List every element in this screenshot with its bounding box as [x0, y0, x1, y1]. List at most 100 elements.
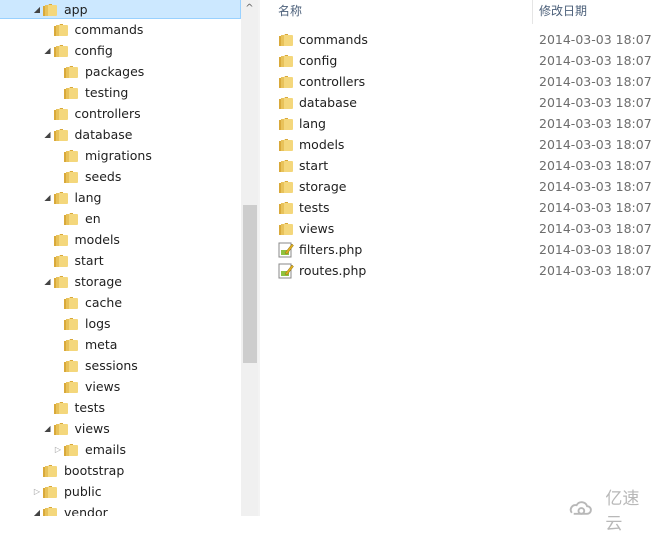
- file-name: start: [299, 158, 329, 173]
- tree-item-label: views: [85, 379, 121, 394]
- tree-item-label: public: [64, 484, 102, 499]
- folder-icon: [53, 254, 69, 274]
- file-name: lang: [299, 116, 326, 131]
- navigation-tree: ◢ app commands ◢ config packages testing contro…: [0, 0, 241, 516]
- watermark-text: 亿速云: [605, 489, 640, 534]
- folder-icon: [53, 275, 69, 295]
- scrollbar-thumb[interactable]: [243, 205, 257, 363]
- tree-item-label: database: [74, 127, 133, 142]
- tree-item-emails[interactable]: ▷ emails: [0, 440, 241, 460]
- file-row[interactable]: storage 2014-03-03 18:07: [270, 176, 654, 197]
- tree-item-label: vendor: [64, 505, 108, 516]
- file-row[interactable]: config 2014-03-03 18:07: [270, 50, 654, 71]
- tree-item-label: migrations: [85, 148, 152, 163]
- tree-item-vendor[interactable]: ◢ vendor: [0, 503, 241, 516]
- expanded-arrow-icon[interactable]: ◢: [32, 0, 42, 20]
- tree-item-label: packages: [85, 64, 145, 79]
- collapsed-arrow-icon[interactable]: ▷: [53, 440, 63, 460]
- folder-icon: [42, 485, 58, 505]
- file-name: filters.php: [299, 242, 363, 257]
- tree-item-label: models: [74, 232, 120, 247]
- tree-item-label: cache: [85, 295, 123, 310]
- file-row[interactable]: controllers 2014-03-03 18:07: [270, 71, 654, 92]
- scroll-up-icon[interactable]: ^: [241, 0, 258, 17]
- tree-item-lang[interactable]: ◢ lang: [0, 188, 241, 208]
- file-row[interactable]: tests 2014-03-03 18:07: [270, 197, 654, 218]
- folder-icon: [53, 401, 69, 421]
- file-name: config: [299, 53, 338, 68]
- tree-item-label: config: [74, 43, 113, 58]
- tree-item-storage[interactable]: ◢ storage: [0, 272, 241, 292]
- column-header-name[interactable]: 名称: [278, 0, 302, 24]
- file-name: routes.php: [299, 263, 367, 278]
- tree-item-label: start: [74, 253, 104, 268]
- file-date: 2014-03-03 18:07: [539, 179, 652, 194]
- file-row[interactable]: commands 2014-03-03 18:07: [270, 29, 654, 50]
- expanded-arrow-icon[interactable]: ◢: [43, 188, 53, 208]
- expanded-arrow-icon[interactable]: ◢: [43, 41, 53, 61]
- expanded-arrow-icon[interactable]: ◢: [32, 503, 42, 516]
- tree-item-models[interactable]: models: [0, 230, 241, 250]
- tree-item-label: bootstrap: [64, 463, 125, 478]
- file-row[interactable]: filters.php 2014-03-03 18:07: [270, 239, 654, 260]
- folder-icon: [63, 65, 79, 85]
- tree-item-label: en: [85, 211, 101, 226]
- folder-icon: [42, 464, 58, 484]
- tree-item-controllers[interactable]: controllers: [0, 104, 241, 124]
- tree-item-packages[interactable]: packages: [0, 62, 241, 82]
- tree-item-label: logs: [85, 316, 111, 331]
- file-date: 2014-03-03 18:07: [539, 74, 652, 89]
- tree-item-seeds[interactable]: seeds: [0, 167, 241, 187]
- file-name: views: [299, 221, 335, 236]
- tree-item-config[interactable]: ◢ config: [0, 41, 241, 61]
- folder-icon: [63, 359, 79, 379]
- file-date: 2014-03-03 18:07: [539, 200, 652, 215]
- file-name: controllers: [299, 74, 366, 89]
- tree-item-tests[interactable]: tests: [0, 398, 241, 418]
- folder-icon: [53, 23, 69, 43]
- tree-item-commands[interactable]: commands: [0, 20, 241, 40]
- watermark-logo: 亿速云: [568, 484, 654, 534]
- tree-item-cache[interactable]: cache: [0, 293, 241, 313]
- tree-item-bootstrap[interactable]: bootstrap: [0, 461, 241, 481]
- tree-item-testing[interactable]: testing: [0, 83, 241, 103]
- tree-item-views[interactable]: ◢ views: [0, 419, 241, 439]
- tree-item-en[interactable]: en: [0, 209, 241, 229]
- expanded-arrow-icon[interactable]: ◢: [43, 125, 53, 145]
- folder-icon: [53, 422, 69, 442]
- tree-item-label: seeds: [85, 169, 122, 184]
- file-name: commands: [299, 32, 368, 47]
- column-header-modified[interactable]: 修改日期: [539, 0, 587, 24]
- file-row[interactable]: start 2014-03-03 18:07: [270, 155, 654, 176]
- tree-item-meta[interactable]: meta: [0, 335, 241, 355]
- column-separator[interactable]: [532, 0, 533, 24]
- php-file-icon: [278, 263, 294, 285]
- file-row[interactable]: routes.php 2014-03-03 18:07: [270, 260, 654, 281]
- file-row[interactable]: database 2014-03-03 18:07: [270, 92, 654, 113]
- file-row[interactable]: lang 2014-03-03 18:07: [270, 113, 654, 134]
- folder-icon: [63, 338, 79, 358]
- folder-icon: [53, 44, 69, 64]
- tree-item-database[interactable]: ◢ database: [0, 125, 241, 145]
- collapsed-arrow-icon[interactable]: ▷: [32, 482, 42, 502]
- tree-item-migrations[interactable]: migrations: [0, 146, 241, 166]
- expanded-arrow-icon[interactable]: ◢: [43, 272, 53, 292]
- folder-icon: [63, 170, 79, 190]
- tree-scrollbar[interactable]: ^: [241, 0, 258, 516]
- tree-item-sessions[interactable]: sessions: [0, 356, 241, 376]
- tree-item-views[interactable]: views: [0, 377, 241, 397]
- tree-item-public[interactable]: ▷ public: [0, 482, 241, 502]
- tree-item-app[interactable]: ◢ app: [0, 0, 241, 19]
- file-date: 2014-03-03 18:07: [539, 32, 652, 47]
- tree-item-start[interactable]: start: [0, 251, 241, 271]
- file-name: tests: [299, 200, 330, 215]
- cloud-logo-icon: [569, 501, 592, 515]
- tree-item-logs[interactable]: logs: [0, 314, 241, 334]
- file-row[interactable]: views 2014-03-03 18:07: [270, 218, 654, 239]
- folder-icon: [63, 149, 79, 169]
- expanded-arrow-icon[interactable]: ◢: [43, 419, 53, 439]
- file-row[interactable]: models 2014-03-03 18:07: [270, 134, 654, 155]
- tree-item-label: sessions: [85, 358, 138, 373]
- file-date: 2014-03-03 18:07: [539, 263, 652, 278]
- tree-item-label: controllers: [74, 106, 141, 121]
